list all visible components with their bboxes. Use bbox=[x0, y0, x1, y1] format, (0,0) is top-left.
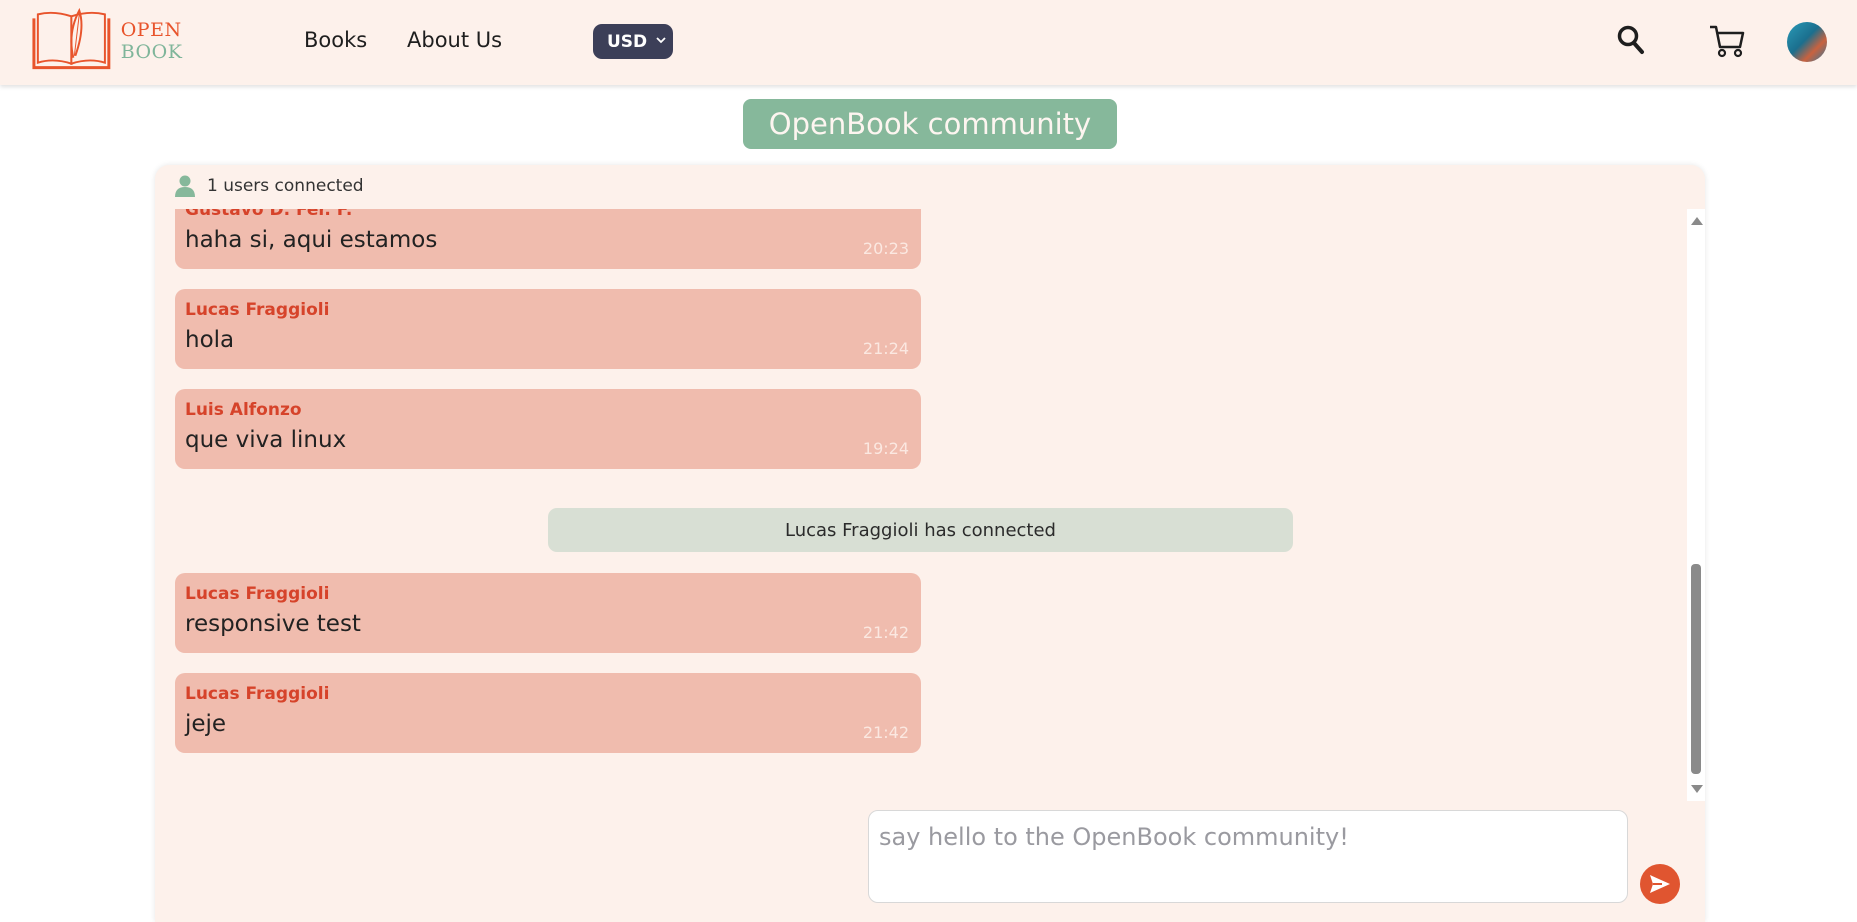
message-author: Gustavo D. Fer. F. bbox=[185, 209, 353, 220]
book-feather-logo-icon bbox=[32, 8, 111, 70]
message-text: jeje bbox=[185, 711, 227, 737]
message-bubble: Lucas Fraggioli jeje 21:42 bbox=[175, 673, 921, 753]
message-time: 21:42 bbox=[862, 623, 909, 642]
nav-about-us-link[interactable]: About Us bbox=[407, 28, 502, 52]
send-arrow-icon bbox=[1650, 875, 1670, 893]
users-connected-label: 1 users connected bbox=[207, 176, 364, 196]
scroll-down-arrow-icon[interactable] bbox=[1691, 785, 1703, 793]
user-icon bbox=[175, 175, 195, 197]
chevron-down-icon bbox=[656, 37, 666, 44]
scrollbar-thumb[interactable] bbox=[1691, 564, 1701, 774]
send-button[interactable] bbox=[1640, 864, 1680, 904]
search-icon[interactable] bbox=[1617, 24, 1645, 56]
message-text: haha si, aqui estamos bbox=[185, 227, 438, 253]
message-bubble: Luis Alfonzo que viva linux 19:24 bbox=[175, 389, 921, 469]
cart-icon[interactable] bbox=[1708, 23, 1746, 59]
message-list[interactable]: Gustavo D. Fer. F. haha si, aqui estamos… bbox=[155, 209, 1705, 801]
message-time: 21:24 bbox=[862, 339, 909, 358]
user-avatar[interactable] bbox=[1787, 22, 1827, 62]
message-time: 20:23 bbox=[862, 239, 909, 258]
message-text: que viva linux bbox=[185, 427, 347, 453]
message-author: Lucas Fraggioli bbox=[185, 584, 330, 604]
currency-value: USD bbox=[607, 31, 648, 52]
currency-select[interactable]: USD bbox=[593, 24, 673, 59]
message-time: 21:42 bbox=[862, 723, 909, 742]
message-time: 19:24 bbox=[862, 439, 909, 458]
system-message: Lucas Fraggioli has connected bbox=[548, 508, 1293, 552]
message-author: Lucas Fraggioli bbox=[185, 684, 330, 704]
message-text: responsive test bbox=[185, 611, 361, 637]
message-bubble: Lucas Fraggioli hola 21:24 bbox=[175, 289, 921, 369]
users-connected-row: 1 users connected bbox=[175, 174, 364, 198]
chat-panel: 1 users connected Gustavo D. Fer. F. hah… bbox=[155, 165, 1705, 922]
message-text: hola bbox=[185, 327, 235, 353]
message-author: Luis Alfonzo bbox=[185, 400, 302, 420]
logo-text-book: BOOK bbox=[120, 41, 183, 63]
openbook-logo[interactable]: OPEN BOOK bbox=[28, 8, 248, 74]
message-input[interactable] bbox=[868, 810, 1628, 903]
navbar: OPEN BOOK Books About Us USD bbox=[0, 0, 1857, 85]
scroll-up-arrow-icon[interactable] bbox=[1691, 217, 1703, 225]
message-bubble: Gustavo D. Fer. F. haha si, aqui estamos… bbox=[175, 209, 921, 269]
nav-books-link[interactable]: Books bbox=[304, 28, 367, 52]
community-title: OpenBook community bbox=[743, 99, 1117, 149]
message-author: Lucas Fraggioli bbox=[185, 300, 330, 320]
message-bubble: Lucas Fraggioli responsive test 21:42 bbox=[175, 573, 921, 653]
message-list-scrollbar[interactable] bbox=[1687, 209, 1705, 801]
logo-text: OPEN BOOK bbox=[121, 19, 248, 63]
logo-text-open: OPEN bbox=[120, 19, 182, 41]
